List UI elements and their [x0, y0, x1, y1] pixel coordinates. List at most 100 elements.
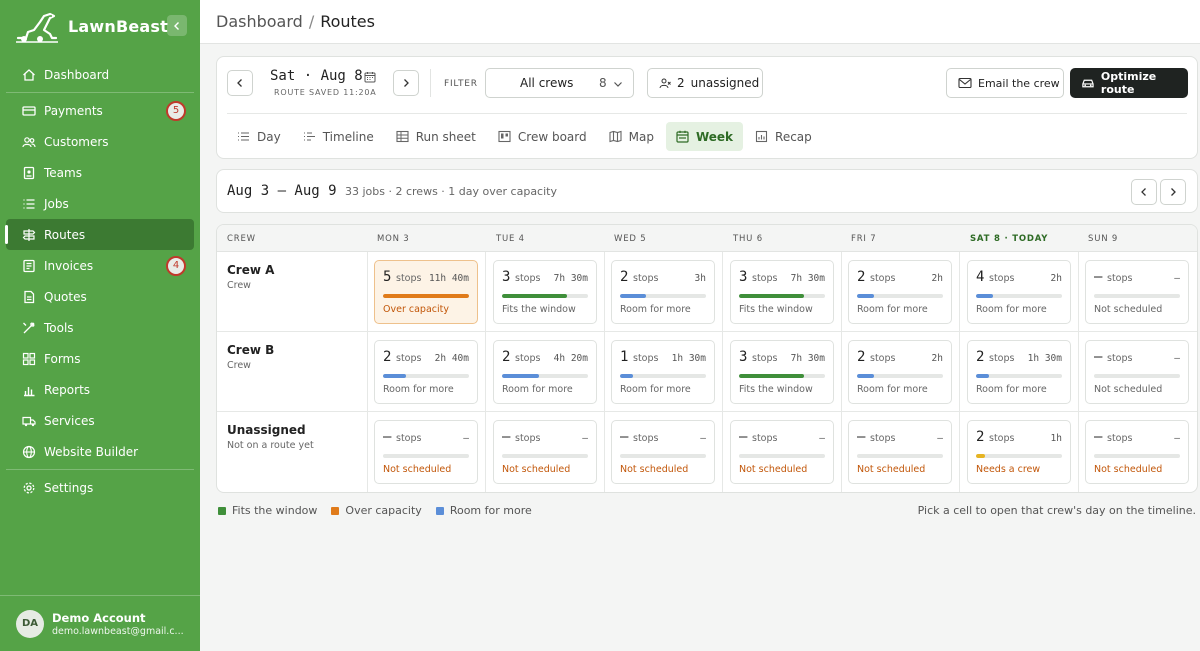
day-cell[interactable]: 2 stops 2h 40m Room for more	[374, 340, 478, 404]
day-cell[interactable]: 2 stops 3h Room for more	[611, 260, 715, 324]
cell-status: Room for more	[502, 384, 573, 395]
duration: –	[937, 433, 943, 444]
sidebar-item-website-builder[interactable]: Website Builder	[6, 436, 194, 467]
home-icon	[20, 66, 38, 84]
sidebar-item-routes[interactable]: Routes	[5, 219, 194, 250]
capacity-fill	[502, 294, 567, 298]
capacity-bar	[502, 294, 588, 298]
sidebar-item-services[interactable]: Services	[6, 405, 194, 436]
current-date[interactable]: Sat · Aug 8	[270, 68, 363, 84]
stops-label: stops	[396, 433, 422, 444]
capacity-fill	[976, 454, 985, 458]
optimize-route-button[interactable]: Optimize route	[1070, 68, 1188, 98]
sidebar-item-payments[interactable]: Payments 5	[6, 95, 194, 126]
stop-count: 2	[620, 269, 629, 285]
day-cell[interactable]: 2 stops 1h Needs a crew	[967, 420, 1071, 484]
day-cell[interactable]: – stops – Not scheduled	[374, 420, 478, 484]
tab-week[interactable]: Week	[665, 122, 744, 151]
day-cell[interactable]: 3 stops 7h 30m Fits the window	[730, 260, 834, 324]
sidebar-item-invoices[interactable]: Invoices 4	[6, 250, 194, 281]
day-cell[interactable]: – stops – Not scheduled	[730, 420, 834, 484]
timeline-icon	[303, 132, 315, 141]
sidebar-item-tools[interactable]: Tools	[6, 312, 194, 343]
stops-label: stops	[870, 353, 896, 364]
column-header-day: SAT 8 · TODAY	[970, 234, 1049, 244]
unassigned-button[interactable]: 2 unassigned	[647, 68, 763, 98]
day-cell[interactable]: – stops – Not scheduled	[1085, 420, 1189, 484]
breadcrumb-dashboard-link[interactable]: Dashboard	[216, 12, 303, 31]
tab-map[interactable]: Map	[599, 122, 664, 151]
day-cell[interactable]: 2 stops 1h 30m Room for more	[967, 340, 1071, 404]
stops-label: stops	[1107, 353, 1133, 364]
tab-day[interactable]: Day	[227, 122, 291, 151]
stops-label: stops	[989, 433, 1015, 444]
legend-item: Fits the window	[218, 504, 317, 517]
cell-status: Room for more	[857, 304, 928, 315]
next-week-button[interactable]	[1160, 179, 1186, 205]
sidebar-item-jobs[interactable]: Jobs	[6, 188, 194, 219]
tab-label: Run sheet	[415, 129, 476, 144]
sidebar-item-teams[interactable]: Teams	[6, 157, 194, 188]
board-icon	[498, 130, 511, 143]
chevron-right-icon	[404, 79, 409, 87]
tab-recap[interactable]: Recap	[745, 122, 822, 151]
email-crew-button[interactable]: Email the crew	[946, 68, 1064, 98]
day-cell[interactable]: 3 stops 7h 30m Fits the window	[493, 260, 597, 324]
day-cell[interactable]: – stops – Not scheduled	[611, 420, 715, 484]
crew-filter-select[interactable]: All crews 8	[485, 68, 634, 98]
day-cell[interactable]: 3 stops 7h 30m Fits the window	[730, 340, 834, 404]
capacity-fill	[739, 294, 804, 298]
filter-label: FILTER	[444, 79, 478, 89]
capacity-bar	[739, 374, 825, 378]
day-cell[interactable]: 2 stops 4h 20m Room for more	[493, 340, 597, 404]
breadcrumb: Dashboard / Routes	[200, 0, 1200, 44]
capacity-bar	[739, 294, 825, 298]
sidebar-item-dashboard[interactable]: Dashboard	[6, 59, 194, 90]
credit-card-icon	[20, 102, 38, 120]
invoice-icon	[20, 257, 38, 275]
day-cell[interactable]: 2 stops 2h Room for more	[848, 340, 952, 404]
capacity-bar	[976, 294, 1062, 298]
day-cell[interactable]: 1 stops 1h 30m Room for more	[611, 340, 715, 404]
stop-count: –	[1094, 429, 1103, 445]
sidebar-item-label: Tools	[44, 320, 74, 335]
stops-label: stops	[633, 433, 659, 444]
week-header: Aug 3 – Aug 9 33 jobs · 2 crews · 1 day …	[216, 169, 1198, 213]
sidebar-item-customers[interactable]: Customers	[6, 126, 194, 157]
capacity-bar	[383, 454, 469, 458]
tab-crew-board[interactable]: Crew board	[488, 122, 597, 151]
sidebar-item-reports[interactable]: Reports	[6, 374, 194, 405]
previous-day-button[interactable]	[227, 70, 253, 96]
brand[interactable]: LawnBeast	[12, 8, 168, 44]
cell-status: Fits the window	[739, 304, 813, 315]
next-day-button[interactable]	[393, 70, 419, 96]
sidebar-item-settings[interactable]: Settings	[6, 472, 194, 503]
cell-status: Needs a crew	[976, 464, 1041, 475]
week-range: Aug 3 – Aug 9	[227, 183, 337, 199]
chevron-left-icon	[237, 79, 242, 87]
capacity-fill	[739, 374, 804, 378]
duration: 2h	[931, 273, 943, 284]
day-cell[interactable]: – stops – Not scheduled	[1085, 340, 1189, 404]
sidebar-item-quotes[interactable]: Quotes	[6, 281, 194, 312]
calendar-icon[interactable]	[364, 71, 376, 83]
account-menu[interactable]: DA Demo Account demo.lawnbeast@gmail.c..…	[0, 595, 200, 651]
previous-week-button[interactable]	[1131, 179, 1157, 205]
id-badge-icon	[20, 164, 38, 182]
tab-timeline[interactable]: Timeline	[293, 122, 384, 151]
tab-label: Recap	[775, 129, 812, 144]
day-cell[interactable]: 5 stops 11h 40m Over capacity	[374, 260, 478, 324]
sidebar-item-forms[interactable]: Forms	[6, 343, 194, 374]
tab-run-sheet[interactable]: Run sheet	[386, 122, 486, 151]
day-cell[interactable]: 4 stops 2h Room for more	[967, 260, 1071, 324]
day-cell[interactable]: – stops – Not scheduled	[1085, 260, 1189, 324]
sidebar-item-label: Settings	[44, 480, 94, 495]
day-cell[interactable]: – stops – Not scheduled	[848, 420, 952, 484]
day-cell[interactable]: – stops – Not scheduled	[493, 420, 597, 484]
duration: 11h 40m	[428, 273, 469, 284]
cell-status: Not scheduled	[857, 464, 926, 475]
collapse-sidebar-button[interactable]	[167, 15, 187, 36]
chevron-down-icon	[614, 82, 622, 87]
day-cell[interactable]: 2 stops 2h Room for more	[848, 260, 952, 324]
optimize-route-label: Optimize route	[1100, 70, 1157, 96]
